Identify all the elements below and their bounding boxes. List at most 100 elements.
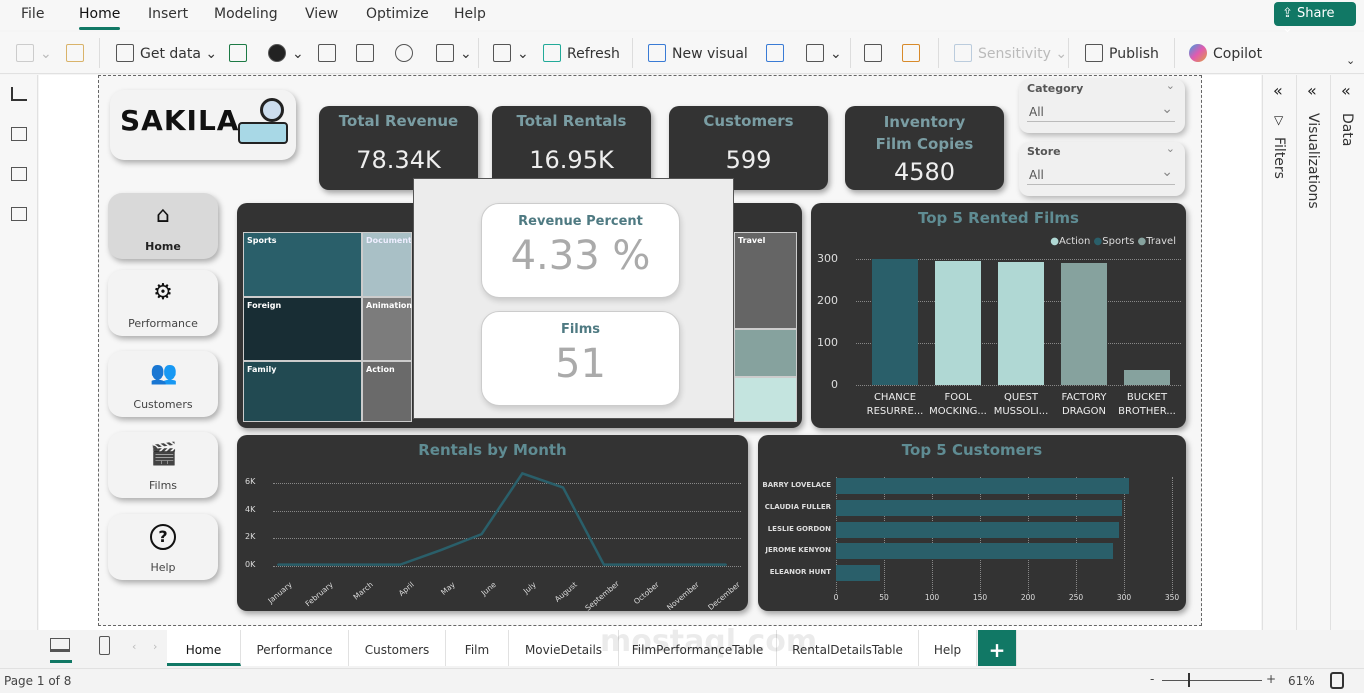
collapse-ribbon-icon[interactable]: ⌄ [1346,54,1355,67]
scroll-right-icon[interactable]: › [153,640,157,653]
store-slicer[interactable]: Store ⌄ All ⌄ [1019,142,1185,196]
bar[interactable] [836,565,881,582]
scroll-left-icon[interactable]: ‹ [132,640,136,653]
treemap-tile[interactable]: Travel [734,232,797,329]
add-page-button[interactable]: + [978,630,1017,666]
refresh-button[interactable]: Refresh [543,44,620,62]
bar[interactable] [1124,370,1170,385]
report-view-icon[interactable] [11,87,27,101]
filters-pane[interactable]: « ▽ Filters [1262,75,1296,633]
nav-customers-button[interactable]: 👥 Customers [108,351,218,417]
recent-sources-button[interactable]: ⌄ [436,44,472,62]
x-tick-label: FOOL MOCKING... [929,392,987,417]
zoom-in-button[interactable]: + [1266,672,1276,686]
nav-help-button[interactable]: ? Help [108,514,218,580]
data-point[interactable] [725,563,727,566]
bar[interactable] [935,260,981,385]
data-point[interactable] [643,563,646,566]
bar[interactable] [836,478,1129,494]
tab-help[interactable]: Help [919,630,977,666]
treemap-tile[interactable]: Animation [362,297,412,361]
rentals-line[interactable] [278,471,726,566]
more-visuals-button[interactable]: ⌄ [806,44,842,62]
transform-data-button[interactable]: ⌄ [493,44,529,62]
nav-home-button[interactable]: ⌂ Home [108,193,218,259]
sensitivity-button[interactable]: Sensitivity ⌄ [954,44,1067,62]
bar[interactable] [998,261,1044,385]
treemap-tile[interactable]: Foreign [243,297,362,361]
bar[interactable] [1061,263,1107,385]
expand-filters-icon[interactable]: « [1273,81,1283,100]
menu-home[interactable]: Home [79,6,121,30]
menu-optimize[interactable]: Optimize [366,6,429,22]
treemap-tile[interactable]: Documentary [362,232,412,297]
tab-performance[interactable]: Performance [241,630,349,666]
model-view-icon[interactable] [11,167,27,181]
treemap-tile[interactable] [734,329,797,377]
tab-home[interactable]: Home [167,630,241,666]
data-point[interactable] [399,563,402,566]
menu-insert[interactable]: Insert [148,6,188,22]
publish-button[interactable]: Publish [1085,44,1159,62]
mobile-layout-icon[interactable] [99,636,110,655]
tab-film[interactable]: Film [446,630,509,666]
quick-measure-button[interactable] [902,44,926,62]
expand-data-icon[interactable]: « [1341,81,1351,100]
data-point[interactable] [521,472,524,475]
publish-icon [1085,44,1103,62]
zoom-out-button[interactable]: - [1150,672,1154,686]
bar[interactable] [872,259,918,385]
dropdown-chevron-icon[interactable]: ⌄ [1161,164,1173,180]
menu-modeling[interactable]: Modeling [214,6,278,22]
menu-help[interactable]: Help [454,6,486,22]
y-tick-label: 0 [831,378,838,391]
data-point[interactable] [317,563,320,566]
dataverse-icon [395,44,413,62]
tab-customers[interactable]: Customers [349,630,446,666]
paste-button[interactable]: ⌄ [16,44,52,62]
excel-button[interactable] [229,44,253,62]
new-measure-button[interactable] [864,44,888,62]
treemap-tile[interactable]: Sports [243,232,362,297]
visualizations-pane[interactable]: « Visualizations [1296,75,1330,633]
format-painter-button[interactable] [66,44,90,62]
treemap-tile[interactable] [734,377,797,422]
menu-file[interactable]: File [21,6,44,22]
share-button[interactable]: ⇪ Share ⌄ [1274,2,1356,36]
question-icon: ? [150,524,176,550]
data-pane[interactable]: « Data [1330,75,1364,633]
dropdown-chevron-icon[interactable]: ⌄ [1161,101,1173,117]
data-point[interactable] [439,549,442,552]
fit-to-page-icon[interactable] [1330,672,1344,689]
new-visual-button[interactable]: New visual [648,44,748,62]
data-point[interactable] [480,533,483,536]
desktop-layout-icon[interactable] [50,638,70,652]
bar[interactable] [836,543,1114,560]
zoom-slider[interactable] [1162,680,1262,681]
treemap-tile[interactable]: Action [362,361,412,422]
data-point[interactable] [684,563,687,566]
get-data-button[interactable]: Get data ⌄ [116,44,217,62]
table-view-icon[interactable] [11,127,27,141]
expand-visualizations-icon[interactable]: « [1307,81,1317,100]
text-box-button[interactable] [766,44,790,62]
clock-icon [436,44,454,62]
onelake-button[interactable]: ⌄ [268,44,304,62]
copilot-button[interactable]: Copilot [1189,44,1262,62]
treemap-tile[interactable]: Family [243,361,362,422]
bar[interactable] [836,521,1120,538]
zoom-slider-thumb[interactable] [1188,673,1190,687]
menu-view[interactable]: View [305,6,338,22]
nav-performance-button[interactable]: ⚙ Performance [108,270,218,336]
nav-films-button[interactable]: 🎬 Films [108,432,218,498]
data-point[interactable] [277,563,279,566]
data-point[interactable] [562,486,565,489]
bar[interactable] [836,499,1123,516]
category-slicer[interactable]: Category ⌄ All ⌄ [1019,79,1185,133]
data-point[interactable] [602,563,605,566]
dax-view-icon[interactable] [11,207,27,221]
sql-button[interactable] [318,44,342,62]
data-point[interactable] [358,563,361,566]
enter-data-button[interactable] [356,44,380,62]
dataverse-button[interactable] [395,44,419,62]
